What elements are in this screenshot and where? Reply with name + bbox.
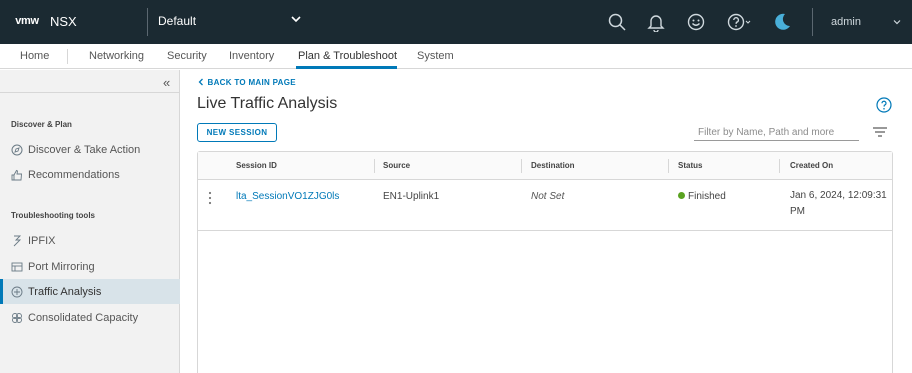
chevron-down-icon[interactable] [892, 17, 902, 30]
column-header-destination[interactable]: Destination [531, 161, 575, 170]
column-header-session-id[interactable]: Session ID [236, 161, 277, 170]
sidebar-item-recommendations[interactable]: Recommendations [0, 162, 180, 187]
created-on-cell: Jan 6, 2024, 12:09:31 PM [790, 190, 887, 217]
page-title: Live Traffic Analysis [197, 95, 338, 112]
table-header: Session ID Source Destination Status Cre… [198, 152, 892, 180]
status-finished-icon [678, 191, 685, 199]
sidebar-item-port-mirroring[interactable]: Port Mirroring [0, 254, 180, 279]
sidebar-item-discover-take-action[interactable]: Discover & Take Action [0, 137, 180, 162]
status-cell: Finished [678, 191, 726, 202]
sidebar-item-traffic-analysis[interactable]: Traffic Analysis [0, 279, 180, 304]
main-nav: Home Networking Security Inventory Plan … [0, 44, 912, 69]
sidebar-item-label: Discover & Take Action [28, 143, 141, 156]
tab-inventory[interactable]: Inventory [229, 50, 274, 62]
column-divider[interactable] [779, 159, 780, 173]
header-divider [812, 8, 813, 36]
traffic-analysis-icon [11, 286, 23, 298]
destination-cell: Not Set [531, 191, 565, 202]
sidebar-item-label: Consolidated Capacity [28, 311, 139, 324]
filter-icon[interactable] [873, 127, 887, 140]
column-divider[interactable] [521, 159, 522, 173]
top-header: vmw NSX Default admin [0, 0, 912, 44]
sidebar-divider [0, 92, 180, 93]
sidebar-item-label: Traffic Analysis [28, 285, 102, 298]
tab-home[interactable]: Home [20, 50, 49, 62]
column-divider[interactable] [668, 159, 669, 173]
chevron-down-icon[interactable] [290, 13, 302, 28]
thumbs-up-icon [11, 169, 23, 181]
active-tab-indicator [296, 66, 397, 69]
column-header-source[interactable]: Source [383, 161, 410, 170]
session-id-link[interactable]: lta_SessionVO1ZJG0ls [236, 191, 339, 202]
capacity-icon [11, 312, 23, 324]
nav-divider [67, 49, 68, 64]
sidebar-group-troubleshooting-tools: Troubleshooting tools [11, 211, 95, 220]
product-name: NSX [50, 13, 77, 29]
collapse-sidebar-button[interactable]: « [163, 75, 170, 90]
back-link-label: BACK TO MAIN PAGE [207, 78, 296, 87]
bell-icon[interactable] [646, 12, 666, 33]
brand[interactable]: vmw NSX [12, 12, 77, 30]
row-actions-icon[interactable] [208, 191, 212, 205]
sidebar-item-label: Recommendations [28, 168, 120, 181]
sidebar: « Discover & Plan Discover & Take Action… [0, 70, 180, 373]
table-row: lta_SessionVO1ZJG0ls EN1-Uplink1 Not Set… [198, 181, 892, 231]
column-header-created-on[interactable]: Created On [790, 161, 833, 170]
moon-icon[interactable] [772, 12, 792, 32]
sidebar-item-label: IPFIX [28, 234, 56, 247]
smiley-icon[interactable] [686, 12, 706, 32]
sidebar-item-label: Port Mirroring [28, 260, 95, 273]
tab-plan-troubleshoot[interactable]: Plan & Troubleshoot [298, 50, 397, 62]
compass-icon [11, 144, 23, 156]
user-menu[interactable]: admin [831, 16, 861, 28]
tab-security[interactable]: Security [167, 50, 207, 62]
sidebar-group-discover-plan: Discover & Plan [11, 120, 72, 129]
help-icon[interactable] [876, 97, 892, 116]
tab-system[interactable]: System [417, 50, 454, 62]
sessions-table: Session ID Source Destination Status Cre… [197, 151, 893, 373]
tab-networking[interactable]: Networking [89, 50, 144, 62]
ipfix-icon [11, 235, 23, 247]
search-icon[interactable] [607, 12, 627, 32]
column-divider[interactable] [374, 159, 375, 173]
source-cell: EN1-Uplink1 [383, 191, 440, 202]
vmware-logo: vmw [15, 15, 39, 27]
help-icon[interactable] [726, 12, 751, 32]
column-header-status[interactable]: Status [678, 161, 702, 170]
new-session-button[interactable]: NEW SESSION [197, 123, 277, 142]
status-label: Finished [688, 191, 726, 202]
sidebar-item-consolidated-capacity[interactable]: Consolidated Capacity [0, 305, 180, 330]
header-divider [147, 8, 148, 36]
port-mirroring-icon [11, 261, 23, 273]
chevron-left-icon [197, 78, 208, 87]
back-to-main-page-link[interactable]: BACK TO MAIN PAGE [197, 78, 296, 87]
sidebar-item-ipfix[interactable]: IPFIX [0, 228, 180, 253]
project-selector-label[interactable]: Default [158, 14, 196, 28]
filter-input[interactable] [694, 124, 859, 141]
